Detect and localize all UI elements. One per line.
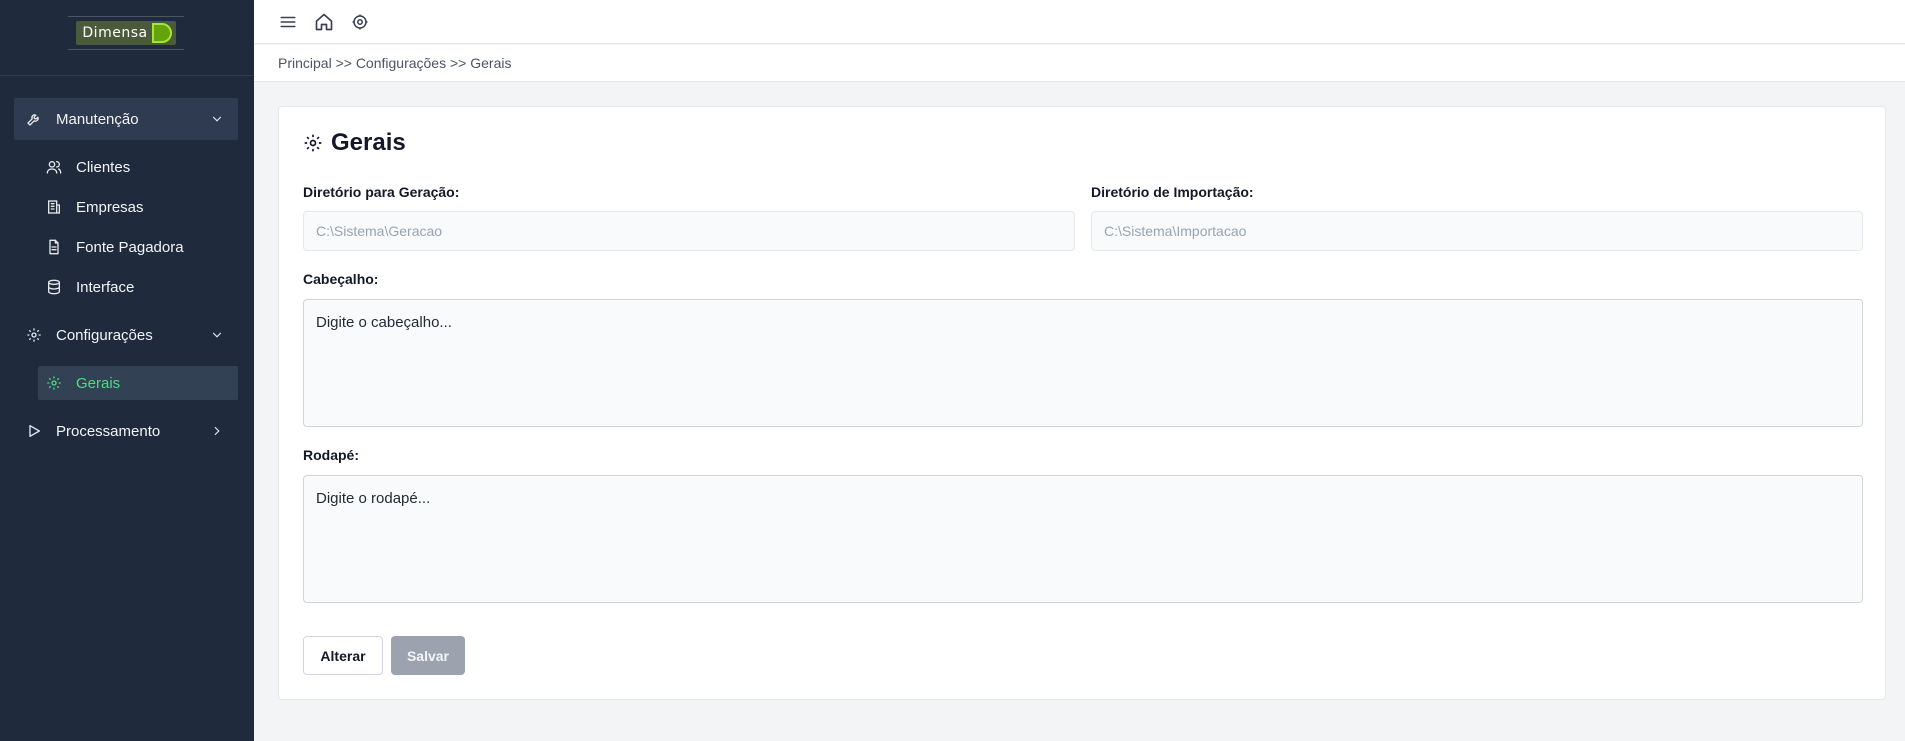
document-icon <box>46 239 62 255</box>
logo-mark-icon <box>151 23 172 43</box>
sidebar-item-label: Gerais <box>76 374 121 392</box>
logo-badge: Dimensa <box>76 21 176 45</box>
topbar <box>254 0 1905 44</box>
sidebar-divider <box>0 75 254 76</box>
sidebar-group-manutencao[interactable]: Manutenção <box>14 98 238 140</box>
rodape-textarea[interactable] <box>303 475 1863 603</box>
cabecalho-textarea[interactable] <box>303 299 1863 427</box>
sidebar: Dimensa Manutenção Clientes Empresas Fon… <box>0 0 254 741</box>
sidebar-group-processamento[interactable]: Processamento <box>14 410 238 452</box>
sidebar-group-configuracoes[interactable]: Configurações <box>14 314 238 356</box>
geracao-directory-input[interactable] <box>303 211 1075 251</box>
wrench-icon <box>26 111 42 127</box>
play-icon <box>26 423 42 439</box>
geracao-label: Diretório para Geração: <box>303 184 460 200</box>
building-icon <box>46 199 62 215</box>
gear-icon <box>26 327 42 343</box>
sidebar-item-label: Clientes <box>76 158 131 176</box>
sidebar-item-interface[interactable]: Interface <box>38 270 238 304</box>
chevron-down-icon <box>212 332 222 338</box>
sidebar-item-gerais[interactable]: Gerais <box>38 366 238 400</box>
sidebar-item-label: Fonte Pagadora <box>76 238 184 256</box>
menu-button[interactable] <box>277 11 299 33</box>
database-icon <box>46 279 62 295</box>
sidebar-item-clientes[interactable]: Clientes <box>38 150 238 184</box>
gear-icon <box>304 134 322 152</box>
rodape-label: Rodapé: <box>303 447 359 463</box>
breadcrumb-text[interactable]: Principal >> Configurações >> Gerais <box>278 55 511 71</box>
chevron-down-icon <box>212 116 222 122</box>
alterar-button[interactable]: Alterar <box>303 636 383 675</box>
importacao-label: Diretório de Importação: <box>1091 184 1254 200</box>
logo-text: Dimensa <box>82 25 148 41</box>
sidebar-item-empresas[interactable]: Empresas <box>38 190 238 224</box>
sidebar-group-label: Processamento <box>56 422 161 440</box>
sidebar-item-label: Empresas <box>76 198 144 216</box>
sidebar-group-label: Manutenção <box>56 110 139 128</box>
home-button[interactable] <box>313 11 335 33</box>
home-icon <box>315 13 333 31</box>
menu-icon <box>280 16 296 28</box>
users-icon <box>46 159 62 175</box>
salvar-button[interactable]: Salvar <box>391 636 465 675</box>
settings-card: Gerais Diretório para Geração: Diretório… <box>278 106 1886 700</box>
sidebar-group-label: Configurações <box>56 326 153 344</box>
logo: Dimensa <box>68 16 184 50</box>
chevron-right-icon <box>214 426 220 436</box>
breadcrumb: Principal >> Configurações >> Gerais <box>254 45 1905 82</box>
page-title: Gerais <box>331 129 406 156</box>
settings-button[interactable] <box>349 11 371 33</box>
sidebar-item-fonte-pagadora[interactable]: Fonte Pagadora <box>38 230 238 264</box>
gear-icon <box>352 14 368 30</box>
sidebar-item-label: Interface <box>76 278 135 296</box>
importacao-directory-input[interactable] <box>1091 211 1863 251</box>
gear-icon <box>46 375 62 391</box>
cabecalho-label: Cabeçalho: <box>303 271 379 287</box>
page-title-row: Gerais <box>303 129 406 157</box>
